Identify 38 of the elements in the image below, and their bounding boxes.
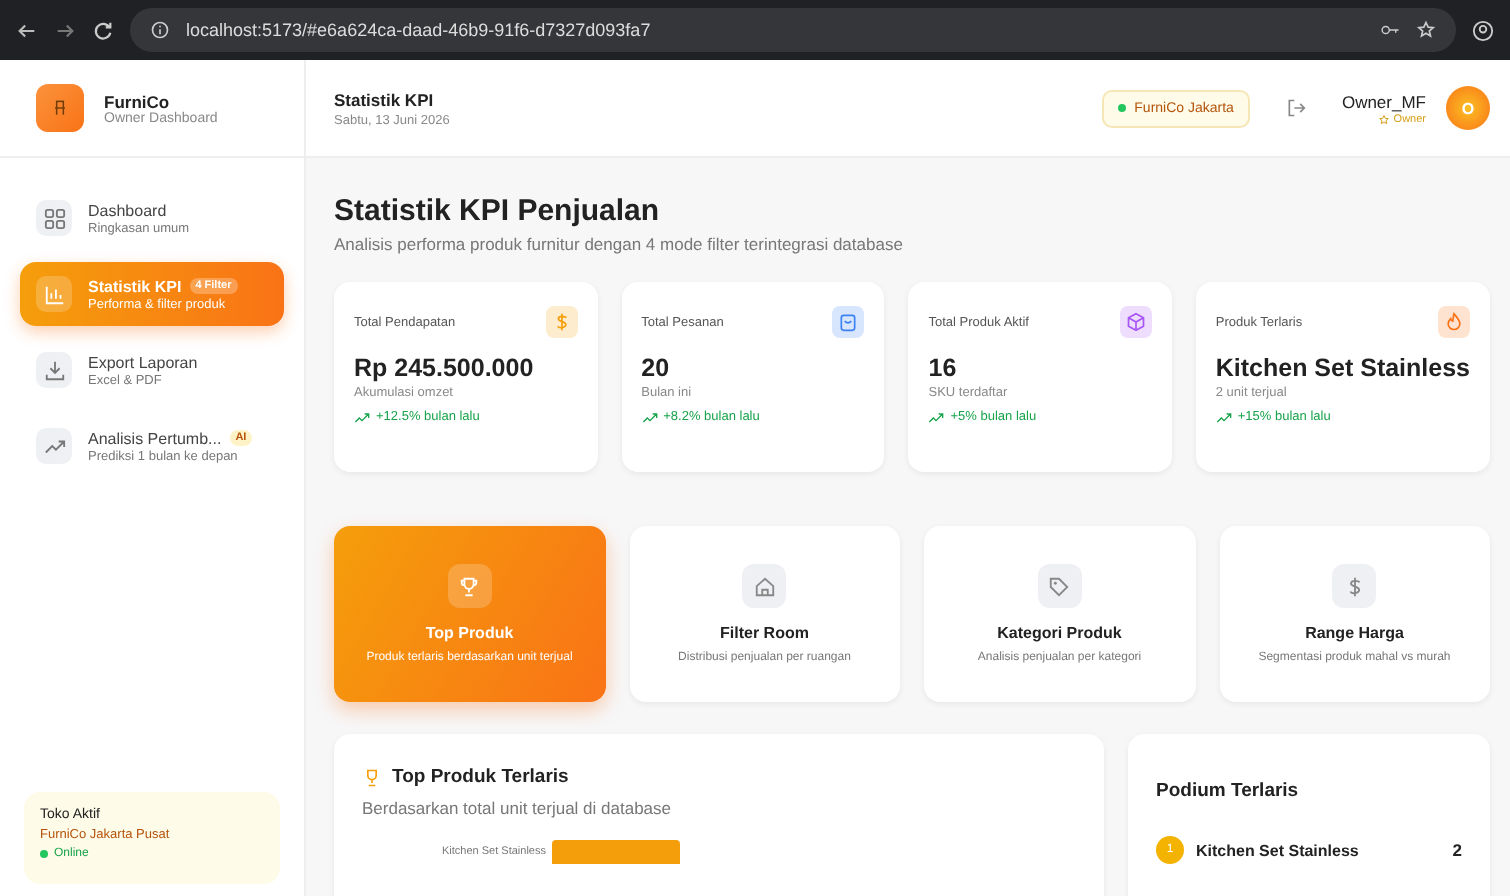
trend-up-icon bbox=[1215, 411, 1232, 423]
kpi-value: Rp 245.500.000 bbox=[354, 354, 536, 382]
kpi-value: 20 bbox=[641, 354, 672, 382]
home-icon bbox=[753, 575, 776, 597]
forward-icon[interactable] bbox=[54, 19, 76, 41]
trophy-icon bbox=[458, 575, 481, 597]
logout-icon[interactable] bbox=[1285, 98, 1306, 118]
header-title: Statistik KPI bbox=[334, 89, 436, 109]
tag-icon bbox=[1048, 575, 1071, 597]
star-icon[interactable] bbox=[1416, 20, 1436, 40]
trend-up-icon bbox=[354, 411, 370, 423]
bar-chart-icon bbox=[43, 283, 65, 305]
product-name: Kitchen Set Stainless bbox=[1196, 841, 1361, 859]
kpi-value: Kitchen Set Stainless bbox=[1215, 354, 1470, 382]
brand-name: FurniCo bbox=[104, 91, 170, 111]
panel-title: Top Produk Terlaris bbox=[392, 766, 569, 788]
user-name: Owner_MF bbox=[1341, 91, 1426, 111]
trend-up-icon bbox=[928, 411, 945, 423]
profile-icon[interactable] bbox=[1472, 19, 1494, 41]
address-bar[interactable]: localhost:5173/#e6a624ca-daad-46b9-91f6-d7327d093fa7 bbox=[130, 8, 1456, 52]
reload-icon[interactable] bbox=[92, 19, 114, 41]
panel-title: Podium Terlaris bbox=[1156, 780, 1301, 802]
back-icon[interactable] bbox=[16, 19, 38, 41]
units-sold: 2 bbox=[1452, 840, 1462, 860]
kpi-value: 16 bbox=[928, 354, 959, 382]
info-icon[interactable] bbox=[150, 20, 170, 40]
page-subtitle: Analisis performa produk furnitur dengan 4 mode filter terintegrasi database bbox=[334, 234, 905, 254]
star-icon bbox=[1377, 113, 1390, 125]
download-icon bbox=[43, 359, 65, 381]
logo-icon bbox=[36, 84, 84, 132]
grid-icon bbox=[43, 207, 65, 229]
panel-subtitle: Berdasarkan total unit terjual di database bbox=[362, 798, 674, 818]
key-icon[interactable] bbox=[1380, 20, 1400, 40]
bar bbox=[551, 840, 680, 864]
trend-icon bbox=[43, 435, 65, 457]
trophy-icon bbox=[362, 767, 382, 787]
page-title: Statistik KPI Penjualan bbox=[334, 194, 662, 228]
trend-up-icon bbox=[641, 411, 658, 423]
